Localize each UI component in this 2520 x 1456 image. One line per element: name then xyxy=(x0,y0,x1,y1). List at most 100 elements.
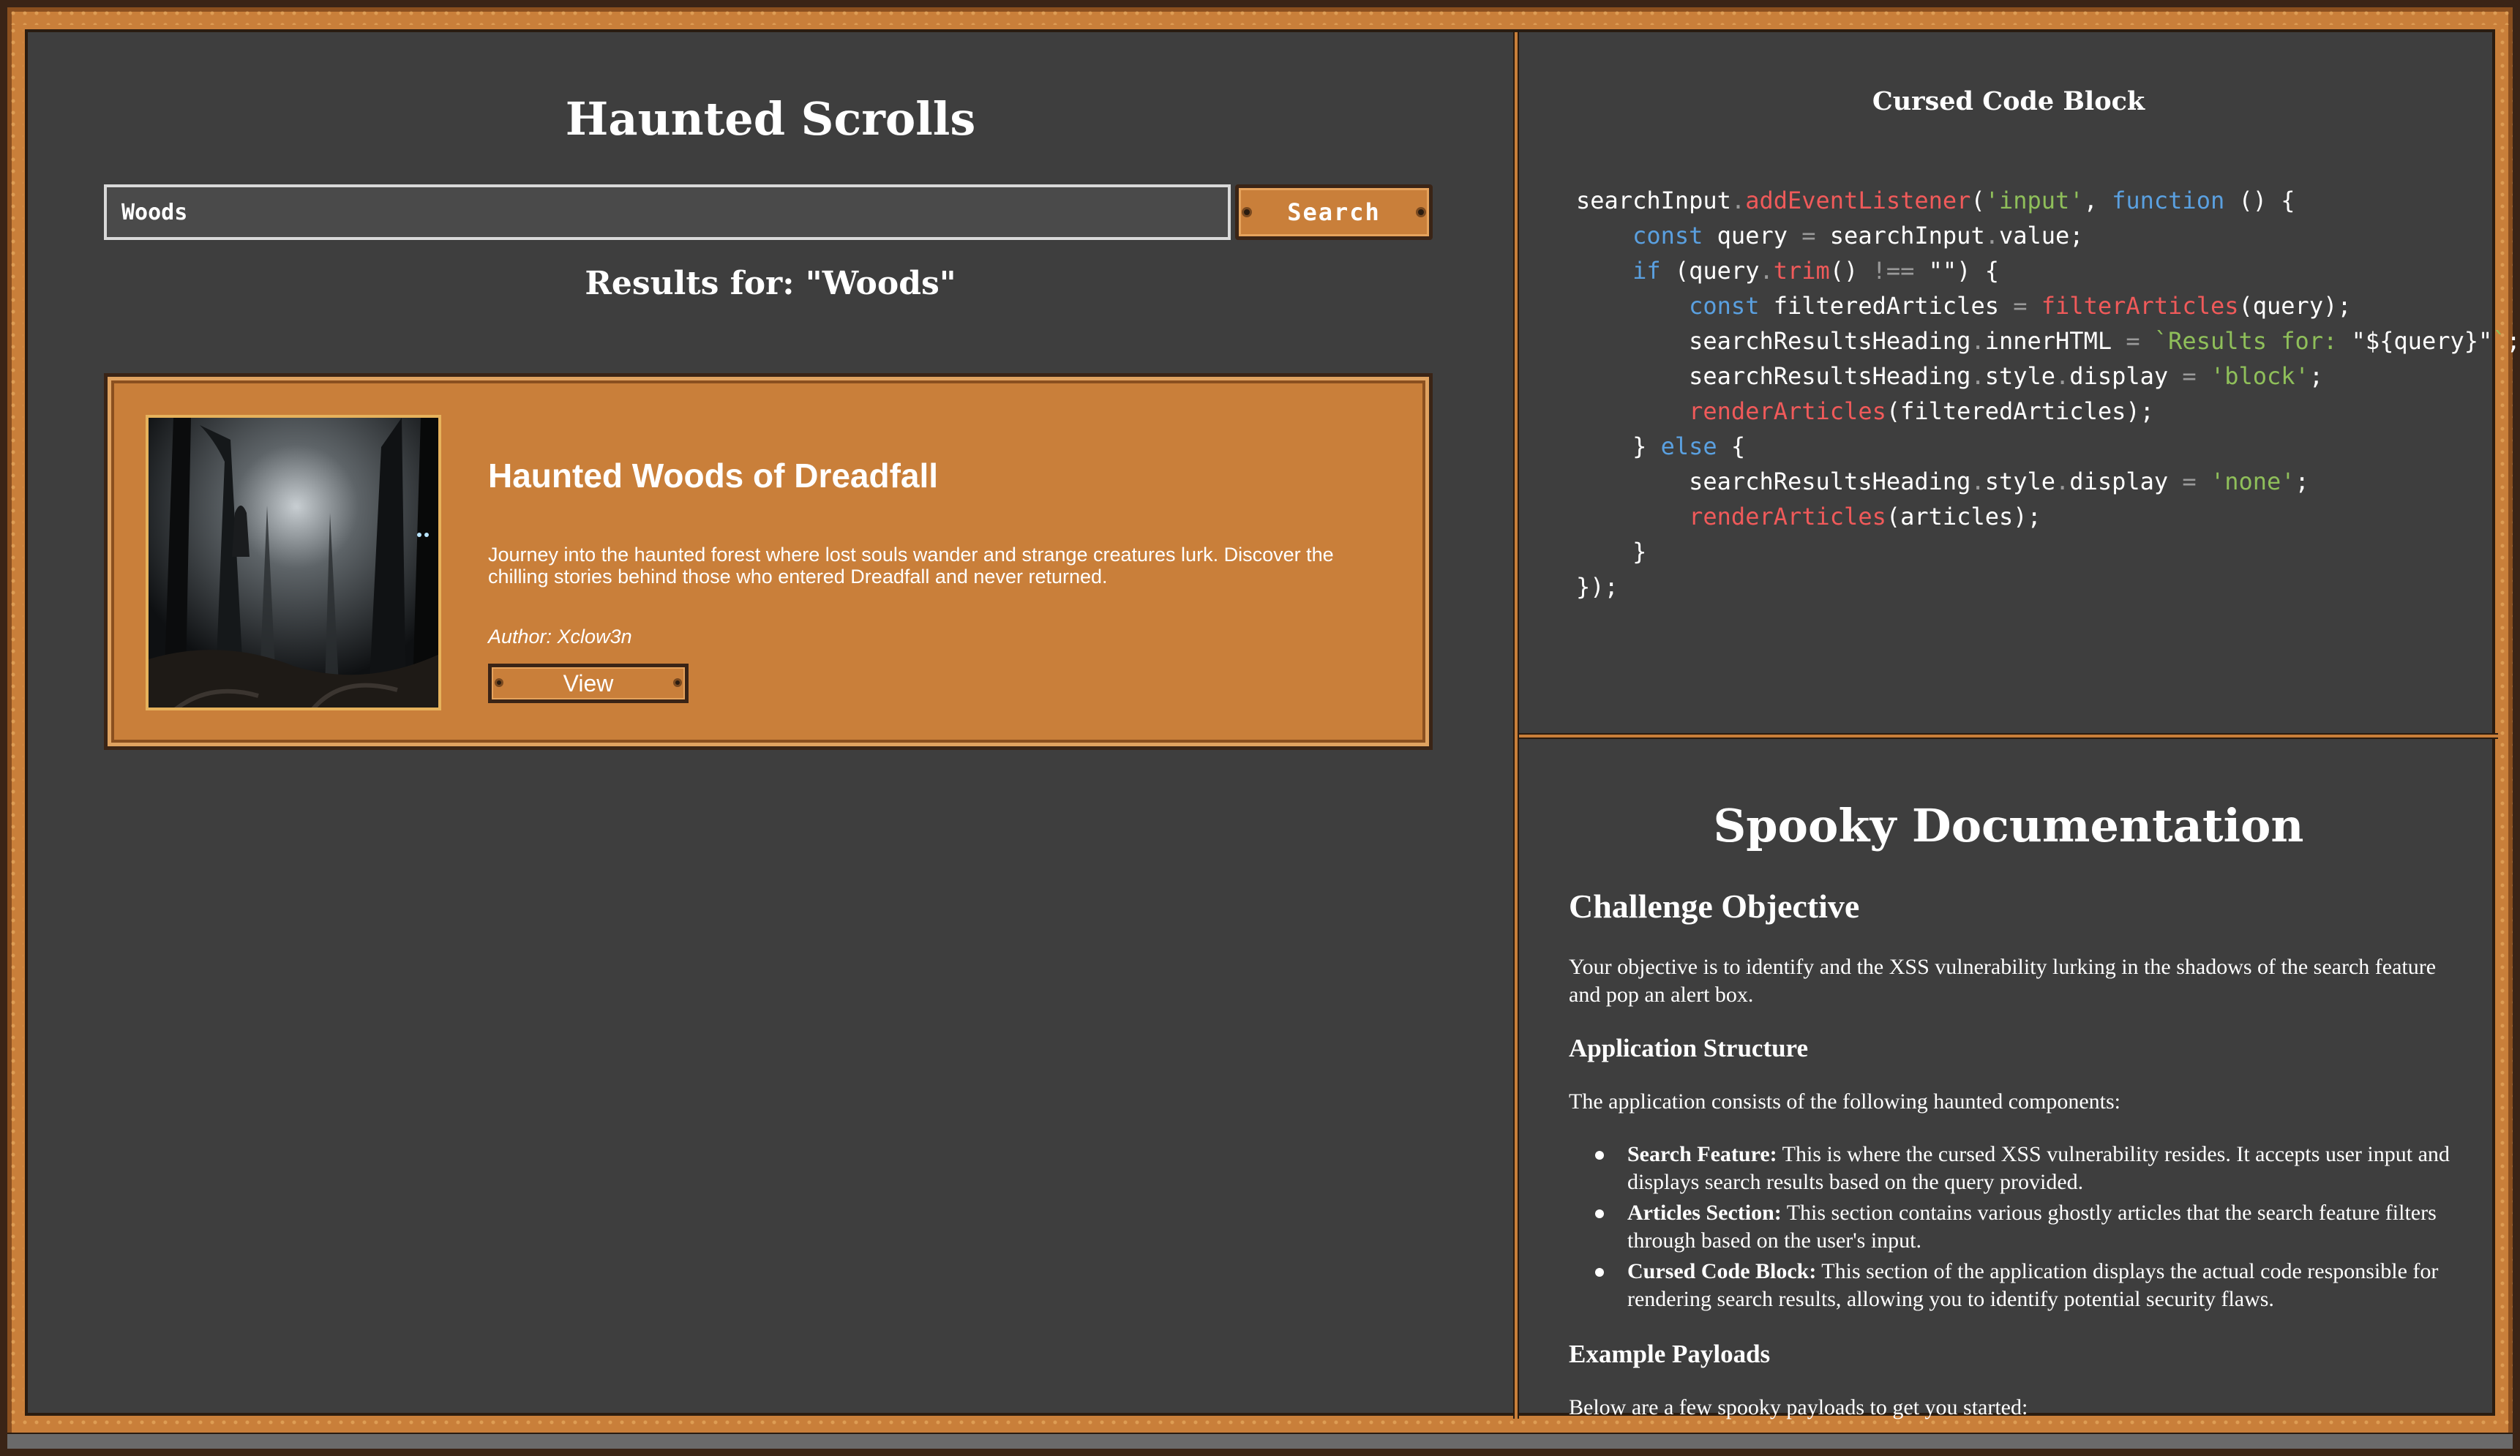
code-line: searchResultsHeading.innerHTML = `Result… xyxy=(1576,323,2520,359)
results-heading: Results for: "Woods" xyxy=(585,265,956,302)
code-token: const xyxy=(1632,222,1703,249)
side-panel: Cursed Code Block searchInput.addEventLi… xyxy=(1519,32,2520,1419)
code-token: , xyxy=(2083,187,2112,214)
code-token: if xyxy=(1632,257,1661,285)
article-description: Journey into the haunted forest where lo… xyxy=(488,544,1334,588)
code-token: (articles); xyxy=(1886,503,2041,530)
code-line: const filteredArticles = filterArticles(… xyxy=(1576,288,2498,323)
search-panel: Haunted Scrolls Search Results for: "Woo… xyxy=(28,32,1513,1419)
rivet-icon xyxy=(673,678,682,687)
code-token: renderArticles xyxy=(1689,397,1886,425)
code-token: style xyxy=(1984,468,2056,495)
code-panel-title: Cursed Code Block xyxy=(1872,86,2145,116)
code-token: innerHTML xyxy=(1984,327,2126,355)
code-token: `Results for: xyxy=(2153,327,2352,355)
code-token: trim xyxy=(1773,257,1830,285)
code-token: filteredArticles xyxy=(1759,292,2014,320)
panel-divider-vertical xyxy=(1513,32,1519,1419)
code-token: filterArticles xyxy=(2041,292,2239,320)
rivet-icon xyxy=(1416,207,1426,217)
code-line: renderArticles(articles); xyxy=(1576,499,2498,534)
code-token: ; xyxy=(2506,327,2520,355)
structure-intro: The application consists of the followin… xyxy=(1569,1089,2121,1114)
code-token: function xyxy=(2112,187,2225,214)
code-token: } xyxy=(1576,538,1647,566)
code-token: . xyxy=(2055,362,2070,390)
code-token: "") { xyxy=(1914,257,1999,285)
code-line: }); xyxy=(1576,569,2498,604)
code-line: } xyxy=(1576,534,2498,569)
search-input[interactable] xyxy=(104,184,1231,240)
code-token: query xyxy=(1703,222,1802,249)
component-name: Cursed Code Block: xyxy=(1627,1259,1817,1283)
article-card: Haunted Woods of Dreadfall Journey into … xyxy=(104,373,1433,750)
code-token: (filteredArticles); xyxy=(1886,397,2154,425)
payloads-intro: Below are a few spooky payloads to get y… xyxy=(1569,1395,2028,1419)
code-token: ; xyxy=(2309,362,2324,390)
search-button-label: Search xyxy=(1287,198,1381,226)
view-article-button[interactable]: View xyxy=(488,664,689,703)
code-token: } xyxy=(1576,432,1661,460)
list-item: Cursed Code Block: This section of the a… xyxy=(1595,1258,2469,1313)
code-token: () { xyxy=(2224,187,2295,214)
code-token: . xyxy=(1730,187,1746,214)
payloads-heading: Example Payloads xyxy=(1569,1340,1771,1368)
code-token: style xyxy=(1984,362,2056,390)
code-line: searchResultsHeading.style.display = 'no… xyxy=(1576,464,2498,499)
code-token: searchResultsHeading xyxy=(1576,362,1971,390)
code-token: ` xyxy=(2492,327,2507,355)
panel-divider-horizontal xyxy=(1519,733,2498,739)
rivet-icon xyxy=(495,678,503,687)
code-token: searchInput xyxy=(1815,222,1985,249)
code-line: if (query.trim() !== "") { xyxy=(1576,253,2498,288)
code-token: 'input' xyxy=(1984,187,2084,214)
search-button[interactable]: Search xyxy=(1235,184,1433,240)
code-token: display xyxy=(2069,362,2183,390)
code-token: "${query}" xyxy=(2351,327,2493,355)
code-token: 'none' xyxy=(2210,468,2295,495)
code-token: { xyxy=(1717,432,1746,460)
code-token: 'block' xyxy=(2210,362,2309,390)
code-token: searchInput xyxy=(1576,187,1731,214)
objective-heading: Challenge Objective xyxy=(1569,888,1860,925)
list-item: Search Feature: This is where the cursed… xyxy=(1595,1141,2469,1196)
code-token: . xyxy=(1984,222,1999,249)
code-token: else xyxy=(1660,432,1717,460)
code-token: . xyxy=(1970,327,1985,355)
code-token: = xyxy=(2182,362,2197,390)
code-token: searchResultsHeading xyxy=(1576,468,1971,495)
code-token: ( xyxy=(1970,187,1985,214)
code-token: = xyxy=(2013,292,2028,320)
code-token: display xyxy=(2069,468,2183,495)
docs-content: Challenge Objective Your objective is to… xyxy=(1569,887,2469,1446)
rivet-icon xyxy=(1242,207,1252,217)
app-title: Haunted Scrolls xyxy=(565,92,976,146)
code-token: renderArticles xyxy=(1689,503,1886,530)
view-button-label: View xyxy=(563,669,614,697)
code-token: (query); xyxy=(2238,292,2352,320)
code-token: value xyxy=(1998,222,2070,249)
code-token: ; xyxy=(2295,468,2309,495)
code-token: searchResultsHeading xyxy=(1576,327,1971,355)
code-token: !== xyxy=(1872,257,1915,285)
bullet-icon xyxy=(1595,1209,1604,1218)
code-token: = xyxy=(1801,222,1816,249)
article-author: Author: Xclow3n xyxy=(488,626,632,648)
list-item: Articles Section: This section contains … xyxy=(1595,1199,2469,1255)
code-token: . xyxy=(1970,468,1985,495)
code-token: = xyxy=(2182,468,2197,495)
code-line: const query = searchInput.value; xyxy=(1576,218,2498,253)
code-token: (query xyxy=(1660,257,1760,285)
code-line: searchResultsHeading.style.display = 'bl… xyxy=(1576,359,2498,394)
code-token: ; xyxy=(2069,222,2084,249)
article-title: Haunted Woods of Dreadfall xyxy=(488,457,939,495)
code-token: = xyxy=(2126,327,2140,355)
bullet-icon xyxy=(1595,1268,1604,1277)
